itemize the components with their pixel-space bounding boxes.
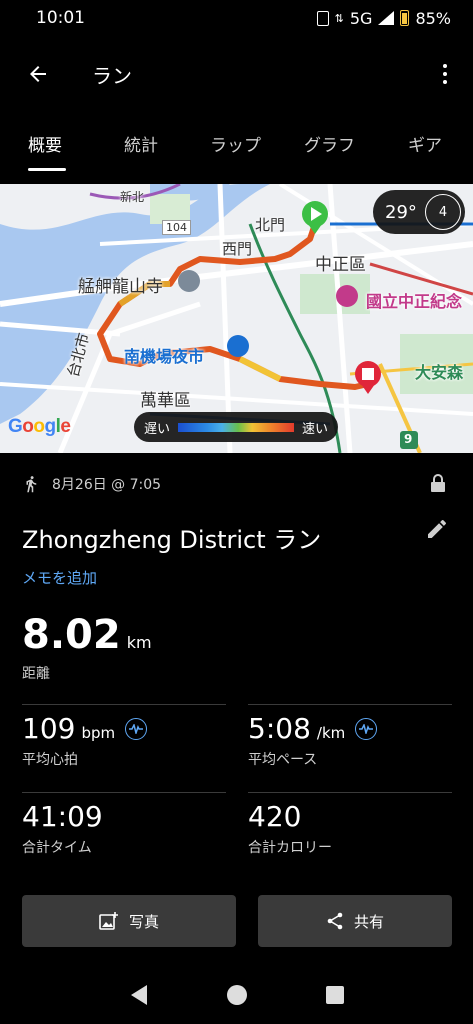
map-label-west-gate: 西門 (222, 240, 253, 258)
tab-overview[interactable]: 概要 (28, 131, 62, 156)
stat-value: 5:08 (248, 712, 311, 745)
legend-slow: 遅い (144, 421, 171, 437)
stat-value: 109 (22, 712, 76, 745)
tab-stats[interactable]: 統計 (124, 131, 158, 156)
stat-label: 合計カロリー (248, 840, 332, 856)
nfc-icon (316, 10, 329, 26)
nav-recents-icon[interactable] (325, 985, 345, 1005)
activity-title: Zhongzheng District ラン (22, 526, 322, 554)
map-label-road-9: 9 (404, 432, 413, 446)
map-label-wanhua: 萬華區 (140, 391, 191, 411)
share-button[interactable]: 共有 (258, 895, 452, 947)
legend-fast: 速い (301, 421, 328, 437)
divider (248, 792, 452, 793)
more-options-button[interactable] (435, 58, 455, 90)
distance-label: 距離 (22, 666, 50, 682)
distance-value: 8.02 (22, 612, 121, 658)
google-logo: Google (8, 416, 71, 437)
running-icon (26, 476, 37, 493)
map-label-night-market: 南機場夜市 (124, 347, 205, 366)
data-arrows-icon: ⇅ (334, 11, 344, 25)
signal-icon (378, 11, 395, 25)
status-indicators: ⇅ 5G 85% (316, 8, 451, 28)
stat-label: 平均ペース (248, 752, 318, 768)
network-label: 5G (349, 8, 373, 28)
pace-legend: 遅い 速い (134, 412, 338, 442)
stat-unit: /km (316, 724, 346, 742)
page-title: ラン (92, 63, 132, 88)
distance-value-group: 8.02 km (22, 612, 152, 658)
status-bar: 10:01 ⇅ 5G 85% (0, 0, 473, 36)
pencil-icon (428, 519, 447, 538)
edit-title-button[interactable] (425, 517, 449, 545)
map-label-xinbei: 新北 (120, 190, 145, 204)
share-label: 共有 (353, 912, 384, 931)
activity-date-row: 8月26日 @ 7:05 (22, 472, 452, 496)
system-nav-bar (0, 966, 473, 1024)
back-arrow-icon (30, 66, 46, 82)
map-label-daan: 大安森 (415, 363, 464, 382)
map-label-temple: 艋舺龍山寺 (78, 277, 163, 297)
divider (22, 704, 226, 705)
stat-label: 平均心拍 (22, 752, 78, 768)
map-label-road-104: 104 (162, 220, 191, 235)
stat-total-calories: 420 合計カロリー (248, 800, 332, 857)
share-icon (327, 912, 343, 930)
wind-icon: 4 (425, 194, 461, 230)
add-photo-button[interactable]: 写真 (22, 895, 236, 947)
stat-label: 合計タイム (22, 840, 92, 856)
map-label-north-gate: 北門 (255, 216, 286, 234)
map-label-memorial: 國立中正紀念 (366, 292, 463, 311)
stat-value: 420 (248, 800, 302, 833)
wind-speed: 4 (438, 204, 448, 220)
add-photo-label: 写真 (128, 912, 159, 931)
stat-avg-heart-rate: 109 bpm 平均心拍 (22, 712, 148, 769)
nav-home-icon[interactable] (226, 984, 248, 1006)
app-bar: ラン (0, 48, 473, 100)
stat-unit: bpm (81, 724, 116, 742)
status-time: 10:01 (36, 8, 85, 28)
legend-gradient (178, 422, 294, 432)
divider (22, 792, 226, 793)
temperature: 29° (385, 201, 417, 223)
stat-value: 41:09 (22, 800, 103, 833)
back-button[interactable] (18, 54, 58, 94)
tab-gear[interactable]: ギア (408, 131, 442, 156)
battery-percent: 85% (415, 8, 451, 28)
pace-info-icon[interactable] (355, 717, 378, 740)
battery-icon (400, 10, 410, 26)
map-label-zhongzheng: 中正區 (315, 255, 366, 275)
active-tab-indicator (28, 168, 66, 171)
activity-date: 8月26日 @ 7:05 (52, 477, 162, 493)
route-map[interactable]: 新北 104 北門 西門 艋舺龍山寺 中正區 國立中正紀念 南機場夜市 萬華區 … (0, 184, 473, 453)
add-photo-icon (99, 912, 118, 930)
stat-avg-pace: 5:08 /km 平均ペース (248, 712, 378, 769)
add-memo-link[interactable]: メモを追加 (22, 567, 97, 588)
lock-icon[interactable] (430, 474, 446, 492)
weather-badge: 29° 4 (373, 190, 465, 234)
divider (248, 704, 452, 705)
nav-back-icon[interactable] (129, 984, 149, 1006)
distance-unit: km (126, 633, 152, 652)
tab-laps[interactable]: ラップ (210, 131, 261, 156)
tab-graph[interactable]: グラフ (304, 131, 355, 156)
heart-rate-info-icon[interactable] (125, 717, 148, 740)
stat-total-time: 41:09 合計タイム (22, 800, 103, 857)
